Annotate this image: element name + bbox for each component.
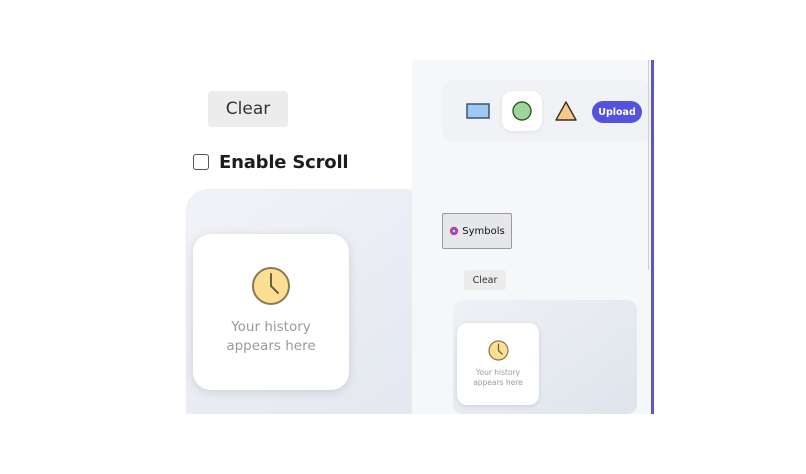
circle-tool[interactable] bbox=[502, 91, 542, 131]
panel-divider[interactable] bbox=[651, 60, 654, 414]
history-empty-card: Your history appears here bbox=[193, 234, 349, 390]
circle-icon bbox=[512, 101, 532, 121]
rectangle-icon bbox=[466, 103, 490, 119]
history-area: Your history appears here bbox=[187, 190, 412, 414]
editor-panel: Upload Symbols Clear Your history appear… bbox=[412, 60, 652, 414]
history-empty-card-small: Your history appears here bbox=[457, 323, 539, 405]
scrollbar-track[interactable] bbox=[648, 60, 649, 270]
page: Clear Enable Scroll Your history appears… bbox=[0, 0, 806, 474]
rectangle-tool[interactable] bbox=[458, 91, 498, 131]
enable-scroll-checkbox[interactable] bbox=[193, 154, 209, 170]
shape-toolbar: Upload bbox=[442, 80, 652, 142]
history-empty-text-small: Your history appears here bbox=[473, 368, 523, 387]
clear-history-button[interactable]: Clear bbox=[208, 91, 288, 127]
history-area-small: Your history appears here bbox=[453, 300, 637, 414]
triangle-icon bbox=[555, 101, 577, 121]
history-panel-zoomed: Clear Enable Scroll Your history appears… bbox=[160, 60, 412, 414]
symbols-button[interactable]: Symbols bbox=[442, 213, 512, 249]
symbols-icon bbox=[450, 226, 459, 236]
enable-scroll-row[interactable]: Enable Scroll bbox=[193, 150, 349, 174]
clock-icon bbox=[252, 267, 290, 305]
history-empty-text: Your history appears here bbox=[226, 319, 316, 354]
enable-scroll-label: Enable Scroll bbox=[219, 151, 349, 173]
triangle-tool[interactable] bbox=[546, 91, 586, 131]
upload-button[interactable]: Upload bbox=[592, 101, 642, 123]
clock-icon bbox=[487, 340, 509, 361]
symbols-label: Symbols bbox=[462, 225, 505, 237]
clear-history-button-small[interactable]: Clear bbox=[464, 270, 506, 290]
